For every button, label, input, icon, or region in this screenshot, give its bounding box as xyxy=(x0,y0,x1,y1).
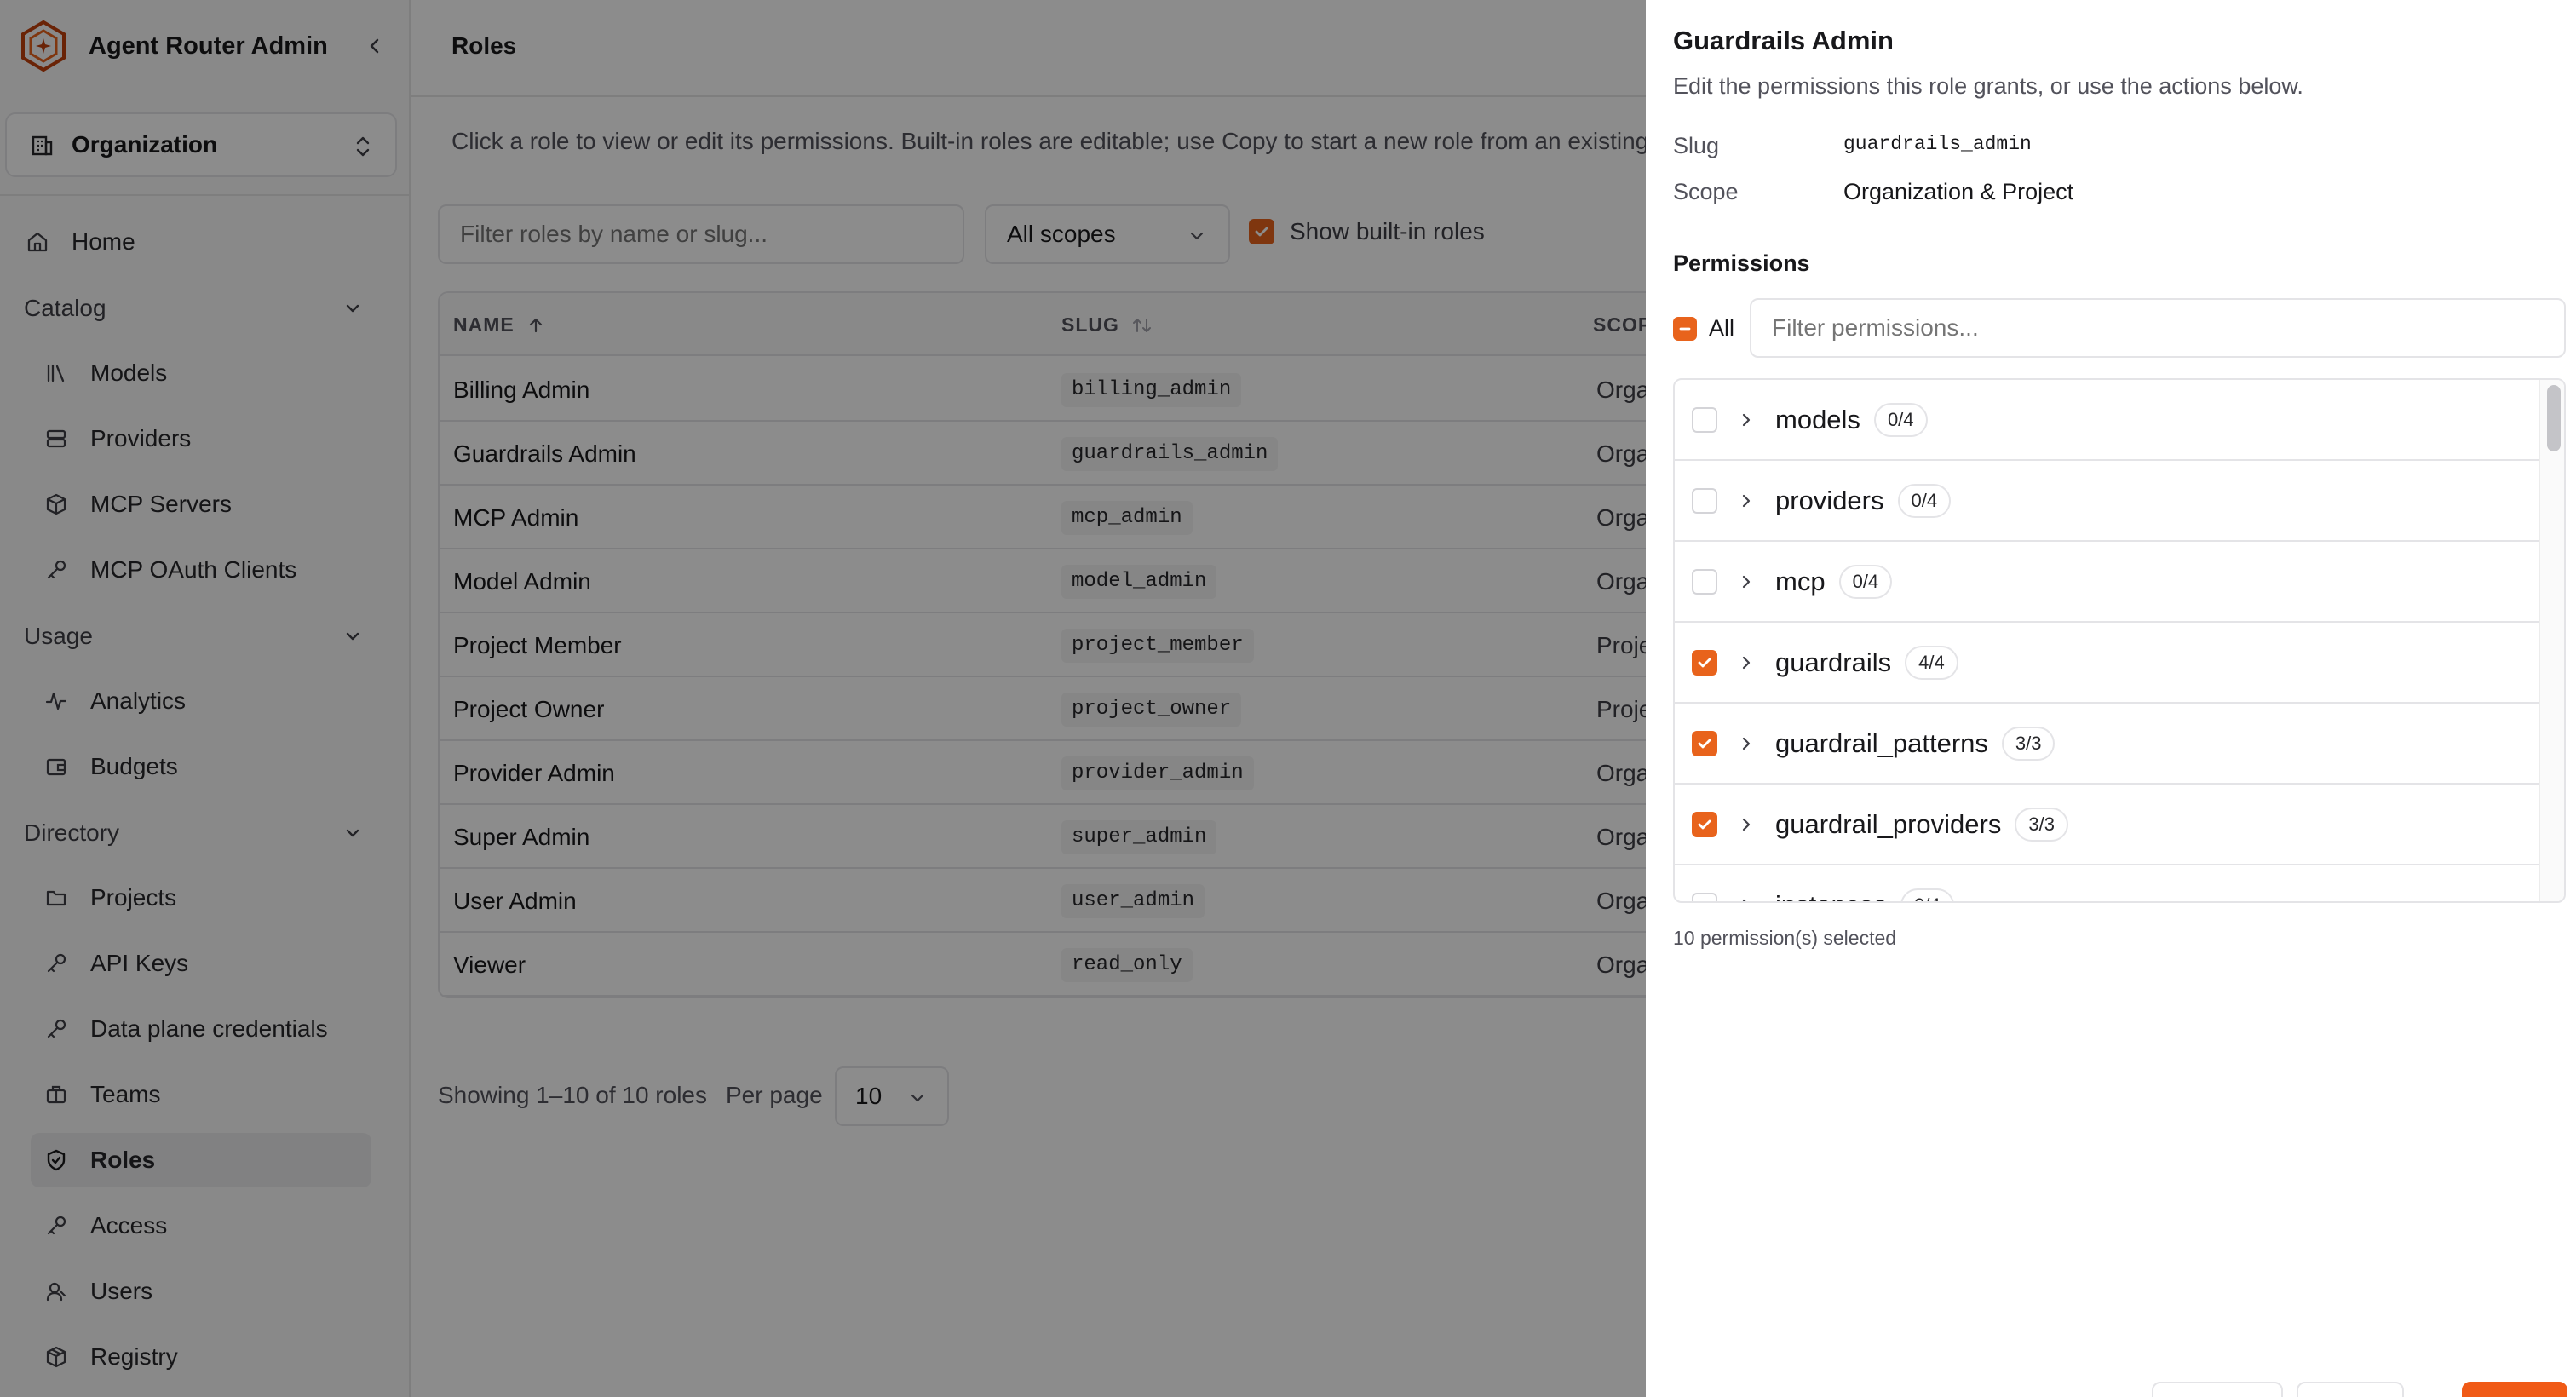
minus-icon xyxy=(1679,327,1691,330)
permission-name: instances xyxy=(1775,890,1887,902)
permission-row[interactable]: guardrail_patterns 3/3 xyxy=(1675,704,2539,785)
expand-permission-button[interactable] xyxy=(1736,816,1757,833)
permission-row[interactable]: instances 0/4 xyxy=(1675,865,2539,902)
permission-checkbox[interactable] xyxy=(1692,568,1717,595)
role-drawer: Guardrails Admin Edit the permissions th… xyxy=(1646,0,2576,1397)
check-icon xyxy=(1698,819,1711,829)
expand-permission-button[interactable] xyxy=(1736,492,1757,509)
expand-permission-button[interactable] xyxy=(1736,897,1757,901)
chevron-right-icon xyxy=(1742,494,1751,507)
drawer-action-button-1[interactable] xyxy=(2152,1382,2283,1397)
select-all-checkbox[interactable] xyxy=(1673,316,1697,341)
chevron-right-icon xyxy=(1742,656,1751,669)
permission-row[interactable]: guardrail_providers 3/3 xyxy=(1675,785,2539,865)
permission-count-badge: 0/4 xyxy=(1897,483,1952,518)
select-all-toggle[interactable]: All xyxy=(1673,315,1734,342)
expand-permission-button[interactable] xyxy=(1736,411,1757,428)
permissions-scrollbar[interactable] xyxy=(2539,380,2564,901)
selected-count: 10 permission(s) selected xyxy=(1673,927,1897,949)
select-all-label: All xyxy=(1709,315,1735,341)
drawer-title: Guardrails Admin xyxy=(1673,26,1894,55)
check-icon xyxy=(1698,739,1711,748)
permission-name: mcp xyxy=(1775,566,1826,596)
scope-label: Scope xyxy=(1673,179,1739,204)
permission-count-badge: 3/3 xyxy=(2001,726,2056,761)
chevron-right-icon xyxy=(1742,737,1751,750)
permissions-heading: Permissions xyxy=(1673,250,1810,276)
slug-value: guardrails_admin xyxy=(1843,133,2032,155)
permission-row[interactable]: models 0/4 xyxy=(1675,380,2539,461)
slug-label: Slug xyxy=(1673,133,1720,158)
drawer-primary-button[interactable] xyxy=(2462,1382,2567,1397)
expand-permission-button[interactable] xyxy=(1736,735,1757,752)
chevron-right-icon xyxy=(1742,575,1751,588)
app-root: Agent Router Admin Organization Home Cat… xyxy=(0,0,2576,1397)
permission-checkbox[interactable] xyxy=(1692,649,1717,676)
permission-checkbox[interactable] xyxy=(1692,892,1717,901)
permission-count-badge: 3/3 xyxy=(2015,807,2068,842)
scrollbar-thumb[interactable] xyxy=(2547,385,2561,451)
check-icon xyxy=(1698,658,1711,667)
expand-permission-button[interactable] xyxy=(1736,654,1757,671)
permission-checkbox[interactable] xyxy=(1692,730,1717,756)
permission-name: guardrail_providers xyxy=(1775,808,2002,839)
chevron-right-icon xyxy=(1742,899,1747,901)
permissions-filter-input[interactable] xyxy=(1750,298,2566,358)
drawer-action-button-2[interactable] xyxy=(2297,1382,2404,1397)
permission-checkbox[interactable] xyxy=(1692,811,1717,837)
permission-row[interactable]: mcp 0/4 xyxy=(1675,542,2539,623)
permission-row[interactable]: providers 0/4 xyxy=(1675,461,2539,542)
drawer-description: Edit the permissions this role grants, o… xyxy=(1673,73,2303,99)
permissions-list: models 0/4 providers 0/4 mcp 0/4 guardrails 4/4… xyxy=(1673,378,2566,903)
permission-row[interactable]: guardrails 4/4 xyxy=(1675,623,2539,704)
expand-permission-button[interactable] xyxy=(1736,573,1757,590)
permission-name: providers xyxy=(1775,485,1884,515)
permission-count-badge: 0/4 xyxy=(1900,888,1954,901)
permission-count-badge: 4/4 xyxy=(1905,645,1958,680)
scope-value: Organization & Project xyxy=(1843,179,2074,204)
permission-name: guardrail_patterns xyxy=(1775,727,1988,758)
modal-overlay[interactable] xyxy=(0,0,1646,1397)
permission-name: guardrails xyxy=(1775,647,1892,677)
chevron-right-icon xyxy=(1742,413,1751,426)
permission-checkbox[interactable] xyxy=(1692,487,1717,514)
permission-checkbox[interactable] xyxy=(1692,406,1717,433)
permission-name: models xyxy=(1775,404,1860,434)
chevron-right-icon xyxy=(1742,818,1751,831)
permission-count-badge: 0/4 xyxy=(1838,564,1893,599)
permission-count-badge: 0/4 xyxy=(1873,402,1928,437)
